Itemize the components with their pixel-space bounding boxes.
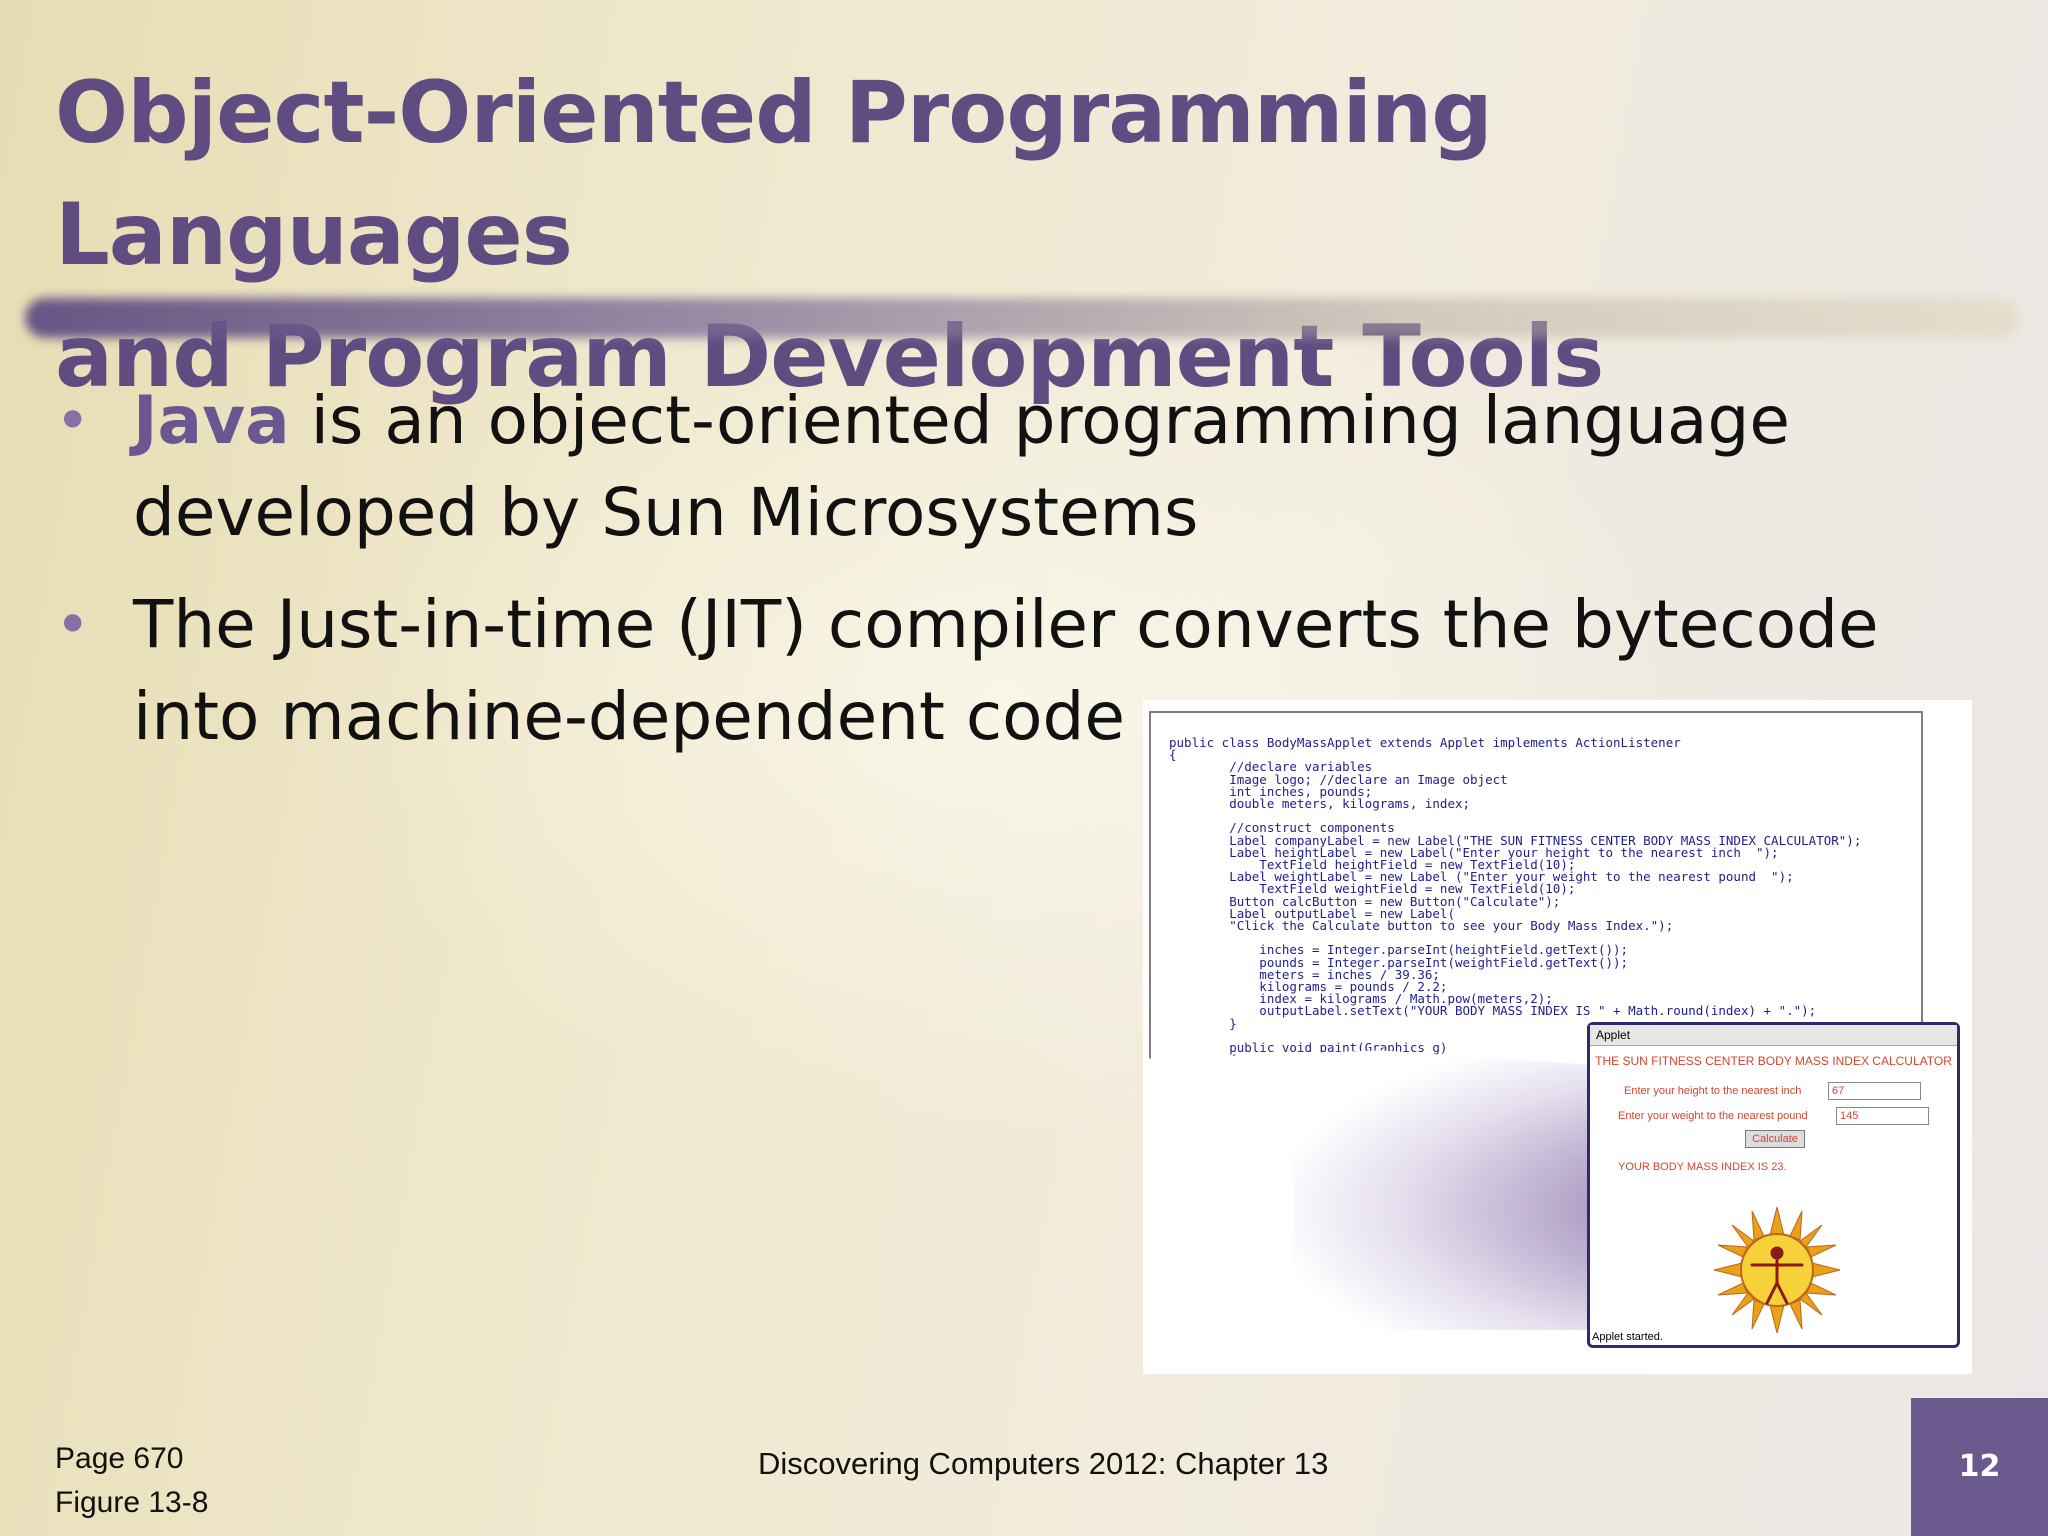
bmi-result: YOUR BODY MASS INDEX IS 23. <box>1618 1161 1787 1173</box>
applet-heading: THE SUN FITNESS CENTER BODY MASS INDEX C… <box>1595 1054 1952 1068</box>
slide-title: Object-Oriented Programming Languages an… <box>55 52 2005 418</box>
height-label: Enter your height to the nearest inch <box>1624 1085 1802 1097</box>
weight-field[interactable]: 145 <box>1836 1107 1929 1125</box>
weight-label: Enter your weight to the nearest pound <box>1618 1110 1808 1122</box>
calculate-button[interactable]: Calculate <box>1745 1130 1805 1148</box>
slide-number: 12 <box>1911 1398 2048 1536</box>
applet-titlebar: Applet <box>1590 1025 1957 1046</box>
bullet-dot-icon: • <box>55 386 91 456</box>
footer-reference: Page 670 Figure 13-8 <box>55 1437 208 1525</box>
sun-logo-icon <box>1713 1206 1841 1334</box>
applet-status: Applet started. <box>1592 1331 1663 1343</box>
figure-java-applet: public class BodyMassApplet extends Appl… <box>1143 700 1972 1374</box>
applet-window: Applet THE SUN FITNESS CENTER BODY MASS … <box>1587 1022 1960 1348</box>
footer-chapter: Discovering Computers 2012: Chapter 13 <box>758 1446 1329 1481</box>
height-field[interactable]: 67 <box>1828 1082 1921 1100</box>
title-underline <box>25 298 2020 338</box>
java-keyword: Java <box>133 382 290 459</box>
figure-reference: Figure 13-8 <box>55 1486 209 1519</box>
page-reference: Page 670 <box>55 1442 184 1475</box>
bullet-dot-icon: • <box>55 590 91 660</box>
title-line-1: Object-Oriented Programming Languages <box>55 63 1493 285</box>
bullet-text: is an object-oriented programming langua… <box>133 382 1790 551</box>
bullet-item-java: • Java is an object-oriented programming… <box>55 375 2015 559</box>
